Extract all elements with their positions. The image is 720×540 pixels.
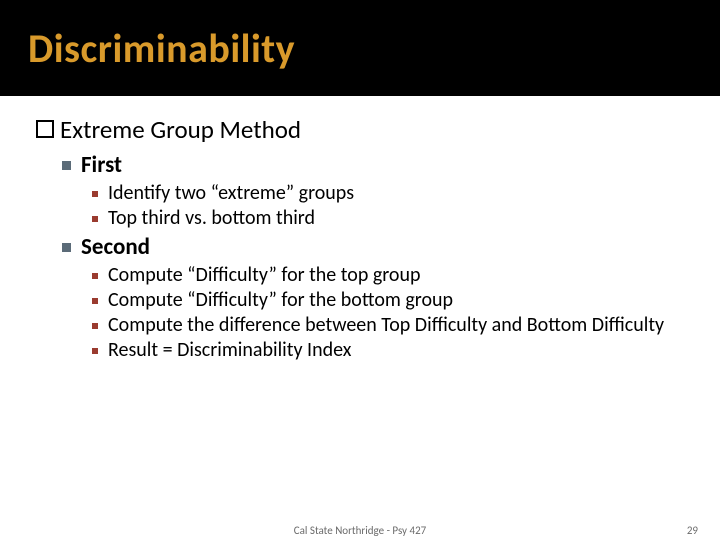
level3-text: Compute “Difficulty” for the bottom grou… [108, 288, 453, 313]
level3-text: Top third vs. bottom third [108, 206, 315, 231]
title-band: Discriminability [0, 0, 720, 96]
bullet-level2-second: Second [62, 233, 682, 261]
bullet-level2-first: First [62, 151, 682, 179]
level3-text: Result = Discriminability Index [108, 338, 351, 363]
small-square-icon [92, 323, 98, 329]
level3-text: Compute the difference between Top Diffi… [108, 313, 664, 338]
small-square-icon [92, 191, 98, 197]
slide-title: Discriminability [28, 24, 295, 73]
small-square-icon [92, 298, 98, 304]
bullet-level1: Extreme Group Method [36, 114, 682, 145]
level2-heading: First [81, 151, 122, 179]
bullet-level3: Top third vs. bottom third [92, 206, 682, 231]
bullet-level3: Result = Discriminability Index [92, 338, 682, 363]
footer-text: Cal State Northridge - Psy 427 [294, 524, 427, 537]
level3-text: Compute “Difficulty” for the top group [108, 263, 421, 288]
slide-content: Extreme Group Method First Identify two … [0, 96, 720, 363]
page-number: 29 [687, 524, 698, 537]
small-square-icon [92, 273, 98, 279]
bullet-level3: Compute “Difficulty” for the bottom grou… [92, 288, 682, 313]
hollow-square-icon [36, 120, 54, 138]
bullet-level3: Compute “Difficulty” for the top group [92, 263, 682, 288]
bullet-level3: Identify two “extreme” groups [92, 181, 682, 206]
small-square-icon [92, 348, 98, 354]
bullet-level3: Compute the difference between Top Diffi… [92, 313, 682, 338]
level3-text: Identify two “extreme” groups [108, 181, 354, 206]
square-bullet-icon [62, 161, 71, 170]
square-bullet-icon [62, 243, 71, 252]
level2-heading: Second [81, 233, 150, 261]
level1-text: Extreme Group Method [60, 114, 301, 145]
small-square-icon [92, 216, 98, 222]
